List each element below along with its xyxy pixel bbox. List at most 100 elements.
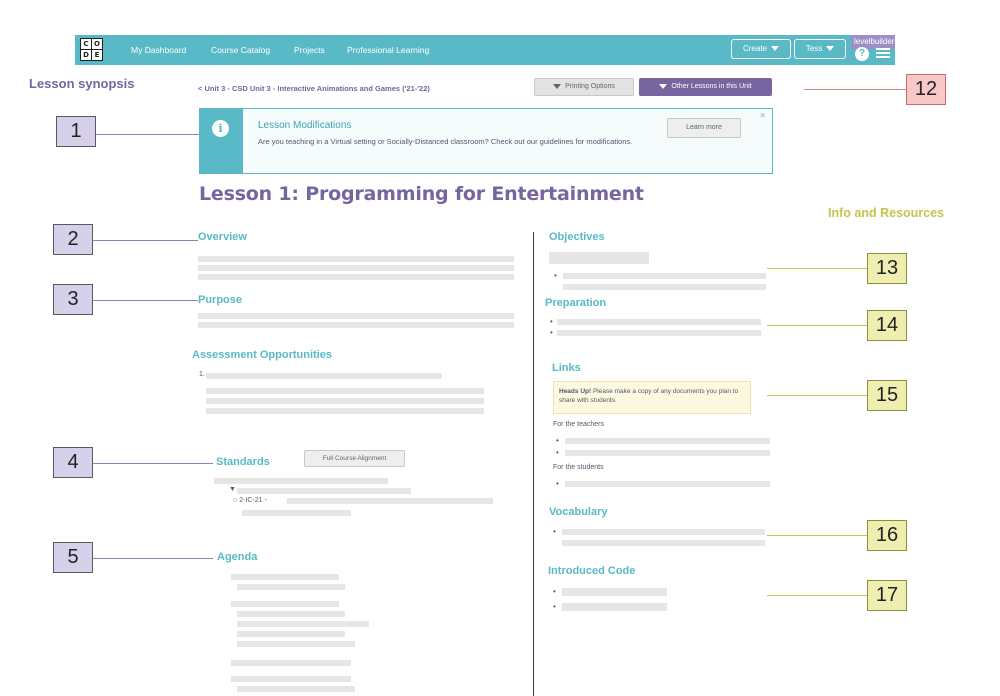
purpose-heading: Purpose xyxy=(198,294,243,306)
placeholder-line xyxy=(237,611,345,617)
column-divider xyxy=(533,232,534,696)
placeholder-line xyxy=(231,574,339,580)
placeholder-line xyxy=(557,319,761,325)
placeholder-line xyxy=(198,256,514,262)
placeholder-line xyxy=(206,408,484,414)
callout-line xyxy=(767,535,867,536)
full-course-alignment-button[interactable]: Full Course Alignment xyxy=(304,450,405,467)
hamburger-menu-icon[interactable] xyxy=(876,48,890,58)
unit-breadcrumb-link[interactable]: < Unit 3 - CSD Unit 3 - Interactive Anim… xyxy=(198,84,430,93)
placeholder-line xyxy=(198,322,514,328)
bullet: • xyxy=(550,328,553,337)
callout-line xyxy=(93,300,198,301)
create-dropdown-button[interactable]: Create xyxy=(731,39,791,59)
nav-link-professional-learning[interactable]: Professional Learning xyxy=(347,35,429,65)
placeholder-line xyxy=(287,498,493,504)
callout-line xyxy=(767,595,867,596)
learn-more-button[interactable]: Learn more xyxy=(667,118,741,138)
placeholder-line xyxy=(237,641,355,647)
placeholder-line xyxy=(231,601,339,607)
links-heading: Links xyxy=(552,362,581,374)
vocabulary-heading: Vocabulary xyxy=(549,506,608,518)
placeholder-link[interactable] xyxy=(565,450,770,456)
callout-13: 13 xyxy=(867,253,907,284)
nav-link-projects[interactable]: Projects xyxy=(294,35,325,65)
banner-side-panel xyxy=(199,108,243,174)
callout-17: 17 xyxy=(867,580,907,611)
assessment-heading: Assessment Opportunities xyxy=(192,349,332,361)
bullet: • xyxy=(556,448,559,457)
triangle-down-icon xyxy=(659,83,668,89)
banner-title: Lesson Modifications xyxy=(258,120,352,131)
for-teachers-label: For the teachers xyxy=(553,421,604,428)
callout-2: 2 xyxy=(53,224,93,255)
callout-line xyxy=(93,463,213,464)
printing-options-label: Printing Options xyxy=(565,83,615,90)
placeholder-line xyxy=(562,529,765,535)
placeholder-line xyxy=(237,631,345,637)
placeholder-line xyxy=(206,388,484,394)
callout-line xyxy=(767,395,867,396)
user-dropdown-button[interactable]: Tess xyxy=(794,39,846,59)
banner-text: Are you teaching in a Virtual setting or… xyxy=(258,137,633,146)
placeholder-code[interactable] xyxy=(562,588,667,596)
placeholder-line xyxy=(198,313,514,319)
callout-line xyxy=(767,268,867,269)
user-label: Tess xyxy=(805,44,823,53)
placeholder-line xyxy=(563,284,766,290)
lesson-title: Lesson 1: Programming for Entertainment xyxy=(199,183,644,205)
caret-down-icon xyxy=(826,46,835,52)
placeholder-line xyxy=(557,330,761,336)
callout-12: 12 xyxy=(906,74,946,105)
callout-14: 14 xyxy=(867,310,907,341)
printing-options-button[interactable]: Printing Options xyxy=(534,78,634,96)
placeholder-link[interactable] xyxy=(565,438,770,444)
standard-code: ○ 2-IC-21 - xyxy=(233,497,267,504)
logo-letter: E xyxy=(92,50,102,60)
nav-link-dashboard[interactable]: My Dashboard xyxy=(131,35,186,65)
placeholder-line xyxy=(237,621,369,627)
triangle-down-icon[interactable]: ▼ xyxy=(229,486,236,493)
objectives-heading: Objectives xyxy=(549,231,605,243)
other-lessons-button[interactable]: Other Lessons in this Unit xyxy=(639,78,772,96)
create-label: Create xyxy=(742,44,767,53)
callout-3: 3 xyxy=(53,284,93,315)
callout-1: 1 xyxy=(56,116,96,147)
standards-heading: Standards xyxy=(216,456,270,468)
bullet: • xyxy=(556,479,559,488)
placeholder-line xyxy=(237,488,411,494)
triangle-down-icon xyxy=(553,83,562,89)
callout-line xyxy=(767,325,867,326)
bullet: • xyxy=(554,271,557,280)
for-students-label: For the students xyxy=(553,464,604,471)
lesson-synopsis-heading: Lesson synopsis xyxy=(29,76,135,91)
placeholder-block xyxy=(549,252,649,264)
placeholder-line xyxy=(206,398,484,404)
info-icon: i xyxy=(212,120,229,137)
agenda-heading: Agenda xyxy=(217,551,258,563)
placeholder-line xyxy=(237,584,345,590)
callout-5: 5 xyxy=(53,542,93,573)
overview-heading: Overview xyxy=(198,231,247,243)
assessment-number: 1. xyxy=(199,371,205,378)
placeholder-line xyxy=(206,373,442,379)
code-logo[interactable]: C O D E xyxy=(80,38,103,61)
placeholder-code[interactable] xyxy=(562,603,667,611)
info-resources-heading: Info and Resources xyxy=(828,206,944,220)
logo-letter: O xyxy=(92,39,102,49)
other-lessons-label: Other Lessons in this Unit xyxy=(671,83,752,90)
nav-link-course-catalog[interactable]: Course Catalog xyxy=(211,35,270,65)
close-icon[interactable]: × xyxy=(760,110,765,120)
placeholder-line xyxy=(231,676,351,682)
callout-16: 16 xyxy=(867,520,907,551)
preparation-heading: Preparation xyxy=(545,297,607,309)
help-icon[interactable]: ? xyxy=(855,47,869,61)
logo-letter: C xyxy=(81,39,91,49)
callout-15: 15 xyxy=(867,380,907,411)
standard-code-text: 2-IC-21 - xyxy=(239,497,267,504)
placeholder-line xyxy=(198,274,514,280)
logo-letter: D xyxy=(81,50,91,60)
placeholder-line xyxy=(198,265,514,271)
placeholder-link[interactable] xyxy=(565,481,770,487)
callout-line xyxy=(96,134,199,135)
